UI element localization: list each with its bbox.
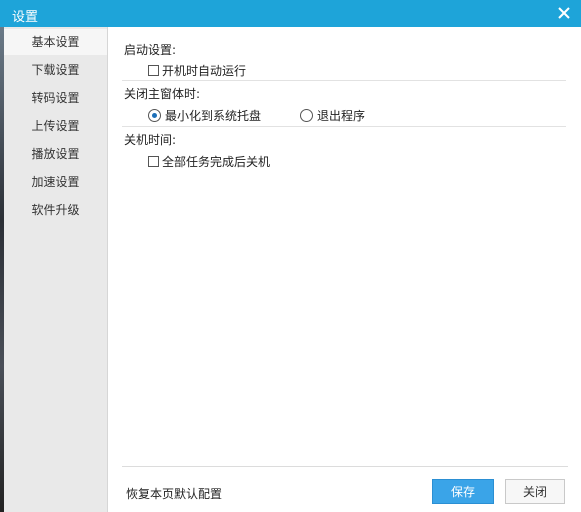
shutdown-after-tasks-option[interactable]: 全部任务完成后关机 <box>148 153 270 170</box>
section-divider <box>122 80 566 81</box>
window-title: 设置 <box>12 10 39 25</box>
close-button[interactable]: 关闭 <box>505 479 565 504</box>
close-icon <box>558 7 570 19</box>
sidebar-item-upload[interactable]: 上传设置 <box>4 113 107 139</box>
sidebar-item-transcode[interactable]: 转码设置 <box>4 85 107 111</box>
shutdown-after-tasks-checkbox[interactable] <box>148 156 159 167</box>
auto-run-option[interactable]: 开机时自动运行 <box>148 62 246 79</box>
shutdown-after-tasks-label: 全部任务完成后关机 <box>162 155 271 169</box>
settings-sidebar: 基本设置 下载设置 转码设置 上传设置 播放设置 加速设置 软件升级 <box>4 27 108 512</box>
footer-divider <box>122 466 568 467</box>
settings-window: 设置 基本设置 下载设置 转码设置 上传设置 播放设置 加速设置 软件升级 启动… <box>0 0 581 512</box>
sidebar-item-acceleration[interactable]: 加速设置 <box>4 169 107 195</box>
close-window-button[interactable] <box>553 2 575 24</box>
auto-run-label: 开机时自动运行 <box>162 64 247 78</box>
save-button[interactable]: 保存 <box>432 479 494 504</box>
title-bar: 设置 <box>0 0 581 27</box>
sidebar-item-download[interactable]: 下载设置 <box>4 57 107 83</box>
exit-program-radio[interactable] <box>300 109 313 122</box>
auto-run-checkbox[interactable] <box>148 65 159 76</box>
restore-defaults-link[interactable]: 恢复本页默认配置 <box>126 485 222 502</box>
close-window-section-label: 关闭主窗体时: <box>124 87 201 101</box>
exit-program-label: 退出程序 <box>317 109 366 123</box>
settings-content: 启动设置: 开机时自动运行 关闭主窗体时: 最小化到系统托盘 退出程序 关机时间… <box>108 27 581 512</box>
shutdown-section-label: 关机时间: <box>124 133 177 147</box>
section-divider <box>122 126 566 127</box>
minimize-to-tray-option[interactable]: 最小化到系统托盘 <box>148 107 261 124</box>
minimize-to-tray-radio[interactable] <box>148 109 161 122</box>
sidebar-item-basic[interactable]: 基本设置 <box>4 29 107 55</box>
sidebar-item-playback[interactable]: 播放设置 <box>4 141 107 167</box>
minimize-to-tray-label: 最小化到系统托盘 <box>165 109 262 123</box>
sidebar-item-upgrade[interactable]: 软件升级 <box>4 197 107 223</box>
startup-section-label: 启动设置: <box>124 43 177 57</box>
exit-program-option[interactable]: 退出程序 <box>300 107 365 124</box>
